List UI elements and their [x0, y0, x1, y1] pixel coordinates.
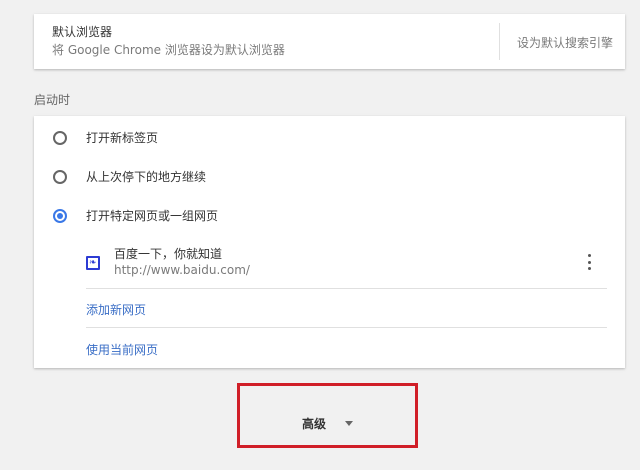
radio-button[interactable] — [53, 131, 67, 145]
startup-page-title: 百度一下，你就知道 — [114, 247, 223, 261]
default-browser-card: 默认浏览器 将 Google Chrome 浏览器设为默认浏览器 设为默认搜索引… — [34, 14, 625, 69]
caret-down-icon — [345, 421, 353, 426]
startup-card: 打开新标签页 从上次停下的地方继续 打开特定网页或一组网页 ❧ 百度一下，你就知… — [34, 116, 625, 368]
radio-label: 从上次停下的地方继续 — [86, 170, 207, 184]
radio-button[interactable] — [53, 170, 67, 184]
vertical-divider — [499, 23, 500, 60]
radio-label: 打开新标签页 — [86, 131, 159, 145]
divider — [86, 288, 607, 289]
advanced-settings-button[interactable]: 高级 — [237, 383, 418, 448]
advanced-label: 高级 — [302, 417, 327, 431]
set-default-button[interactable]: 设为默认搜索引擎 — [517, 34, 613, 51]
default-browser-subtitle: 将 Google Chrome 浏览器设为默认浏览器 — [52, 43, 285, 57]
radio-open-new-tab[interactable]: 打开新标签页 — [34, 128, 625, 148]
radio-label: 打开特定网页或一组网页 — [86, 209, 219, 223]
radio-open-specific-pages[interactable]: 打开特定网页或一组网页 — [34, 206, 625, 226]
startup-page-item: ❧ 百度一下，你就知道 http://www.baidu.com/ — [34, 234, 625, 286]
add-new-page-link[interactable]: 添加新网页 — [86, 301, 146, 318]
divider — [86, 327, 607, 328]
startup-page-url: http://www.baidu.com/ — [114, 263, 250, 277]
radio-continue-where-left[interactable]: 从上次停下的地方继续 — [34, 167, 625, 187]
baidu-paw-icon: ❧ — [86, 256, 100, 270]
startup-section-label: 启动时 — [34, 93, 71, 107]
radio-button-checked[interactable] — [53, 209, 67, 223]
use-current-pages-link[interactable]: 使用当前网页 — [86, 341, 158, 358]
default-browser-title: 默认浏览器 — [52, 25, 113, 39]
more-vert-icon[interactable] — [586, 254, 592, 270]
